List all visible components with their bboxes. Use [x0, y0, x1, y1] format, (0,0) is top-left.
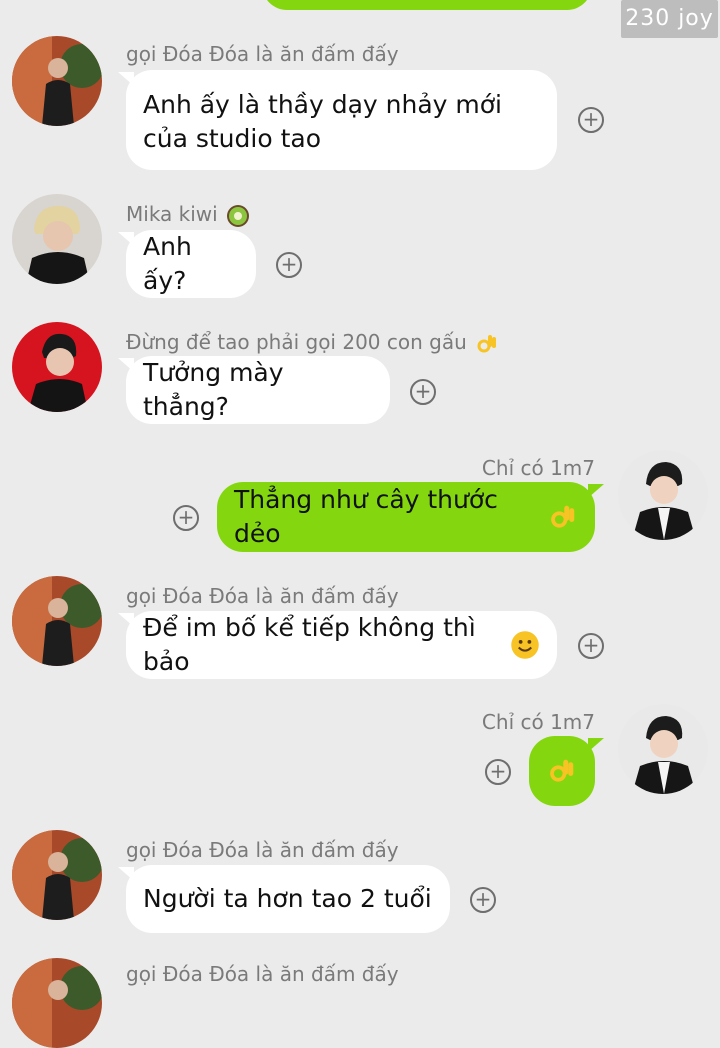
avatar-dao-dao[interactable]	[12, 36, 102, 126]
sender-name: Đừng để tao phải gọi 200 con gấu	[126, 330, 499, 356]
add-reaction-icon[interactable]: +	[578, 107, 604, 133]
message-bubble[interactable]: Anh ấy?	[126, 230, 256, 298]
message-text-line: Anh ấy là thầy dạy nhảy mới	[143, 90, 502, 119]
ok-hand-icon	[475, 332, 499, 356]
message-bubble[interactable]: Người ta hơn tao 2 tuổi	[126, 865, 450, 933]
message-text: Anh ấy?	[143, 232, 192, 295]
sender-name-text: Đừng để tao phải gọi 200 con gấu	[126, 330, 467, 354]
avatar-dao-dao[interactable]	[12, 958, 102, 1048]
sender-name: Mika kiwi	[126, 202, 250, 228]
sender-name: gọi Đóa Đóa là ăn đấm đấy	[126, 42, 399, 66]
avatar-dao-dao[interactable]	[12, 576, 102, 666]
avatar-dung-de-tao[interactable]	[12, 322, 102, 412]
avatar-mika-kiwi[interactable]	[12, 194, 102, 284]
sender-name: gọi Đóa Đóa là ăn đấm đấy	[126, 838, 399, 862]
message-bubble[interactable]: Để im bố kể tiếp không thì bảo	[126, 611, 557, 679]
sender-name: Chỉ có 1m7	[481, 710, 595, 734]
sender-name: Chỉ có 1m7	[481, 456, 595, 480]
message-text: Người ta hơn tao 2 tuổi	[143, 884, 432, 913]
add-reaction-icon[interactable]: +	[485, 759, 511, 785]
message-bubble[interactable]: Anh ấy là thầy dạy nhảy mới của studio t…	[126, 70, 557, 170]
add-reaction-icon[interactable]: +	[410, 379, 436, 405]
message-text: Để im bố kể tiếp không thì bảo	[143, 613, 476, 676]
avatar-chi-co-1m7[interactable]	[618, 704, 708, 794]
message-text-line: của studio tao	[143, 124, 322, 153]
sender-name-text: Mika kiwi	[126, 202, 218, 226]
ok-hand-icon	[547, 756, 577, 786]
watermark: 230 joy	[621, 0, 718, 38]
avatar-dao-dao[interactable]	[12, 830, 102, 920]
avatar-chi-co-1m7[interactable]	[618, 450, 708, 540]
add-reaction-icon[interactable]: +	[470, 887, 496, 913]
message-bubble[interactable]: Tưởng mày thẳng?	[126, 356, 390, 424]
ok-hand-icon	[548, 502, 578, 532]
message-text: Tưởng mày thẳng?	[143, 358, 284, 421]
add-reaction-icon[interactable]: +	[276, 252, 302, 278]
message-bubble-sent[interactable]: Thẳng như cây thước dẻo	[217, 482, 595, 552]
message-text: Thẳng như cây thước dẻo	[234, 485, 498, 548]
smiley-icon	[510, 630, 540, 660]
add-reaction-icon[interactable]: +	[173, 505, 199, 531]
add-reaction-icon[interactable]: +	[578, 633, 604, 659]
kiwi-icon	[226, 204, 250, 228]
sender-name: gọi Đóa Đóa là ăn đấm đấy	[126, 962, 399, 986]
message-bubble-sent[interactable]	[529, 736, 595, 806]
previous-sent-bubble[interactable]	[262, 0, 592, 10]
sender-name: gọi Đóa Đóa là ăn đấm đấy	[126, 584, 399, 608]
